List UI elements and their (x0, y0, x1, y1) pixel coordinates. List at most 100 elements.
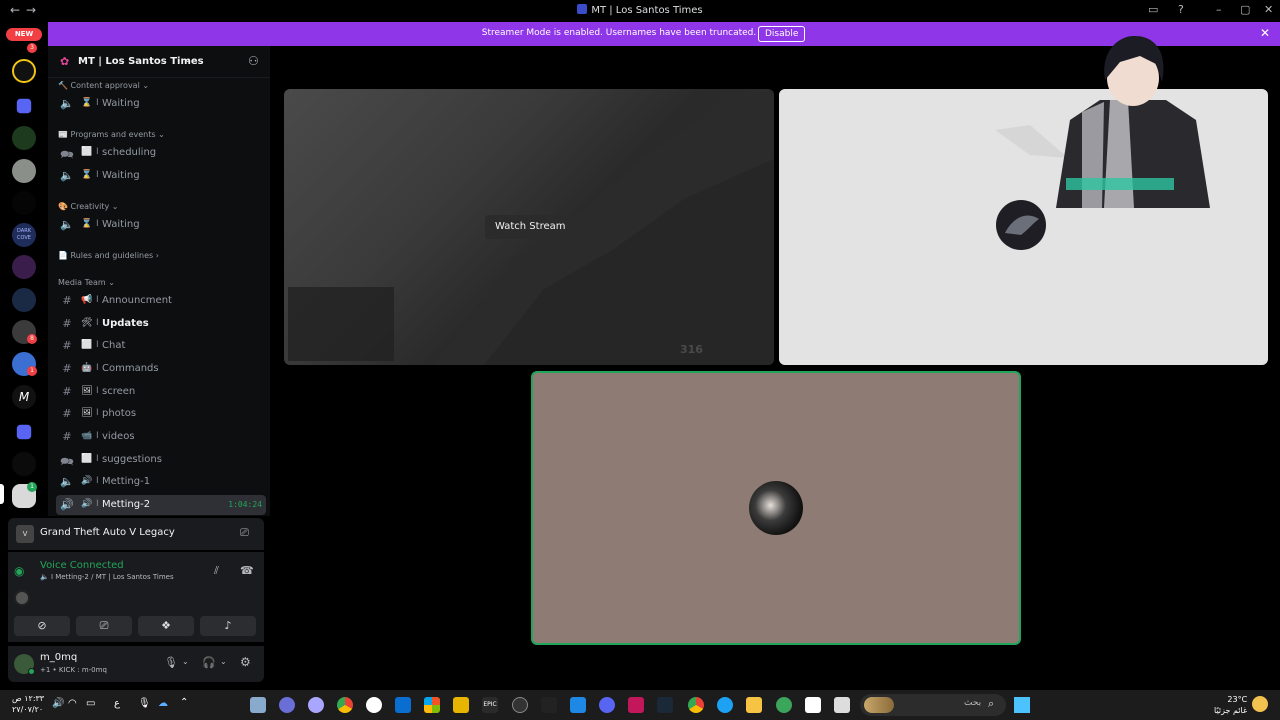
app-icon-taskview[interactable] (834, 697, 850, 713)
close-window-icon[interactable]: ✕ (1264, 3, 1273, 16)
app-icon-obs[interactable] (279, 697, 295, 713)
noise-suppression-icon[interactable]: ⫽ (214, 564, 219, 578)
server-icon-gold[interactable] (12, 59, 36, 83)
server-icon-green[interactable] (12, 126, 36, 150)
server-icon-portrait[interactable] (12, 159, 36, 183)
speaker-icon: 🔈 (60, 475, 74, 488)
app-icon-discord[interactable] (599, 697, 615, 713)
voice-location[interactable]: 🔈 I Metting-2 / MT | Los Santos Times (40, 573, 174, 581)
microphone-icon[interactable]: 🎙 (164, 656, 178, 669)
app-icon-chrome[interactable] (688, 697, 704, 713)
server-icon-dark-cove[interactable]: DARK COVE (12, 223, 36, 247)
wifi-icon[interactable]: ◠ (68, 698, 77, 709)
volume-icon[interactable]: 🔊 (52, 698, 64, 709)
app-icon-settings[interactable] (250, 697, 266, 713)
disable-button[interactable]: Disable (758, 26, 806, 42)
speaking-participant-tile[interactable] (531, 371, 1021, 645)
channel-screen[interactable]: # 🖼 Iscreen (56, 382, 266, 402)
chevron-down-icon[interactable]: ⌄ (182, 657, 189, 666)
channel-commands[interactable]: # 🤖 I Commands (56, 359, 266, 379)
category-content-approval[interactable]: 🔨 Content approval ⌄ (58, 81, 149, 90)
username[interactable]: m_0mq (40, 652, 77, 663)
invite-people-icon[interactable]: ⚇ (248, 54, 259, 68)
category-media-team[interactable]: Media Team ⌄ (58, 278, 115, 287)
channel-scheduling[interactable]: 🗪 ⬜ Ischeduling (56, 143, 266, 163)
channel-videos[interactable]: # 📹 Ivideos (56, 427, 266, 447)
windows-start-icon[interactable] (1014, 697, 1030, 713)
weather-desc: غائم جزئيًا (1214, 706, 1248, 715)
channel-photos[interactable]: # 🖼 Iphotos (56, 404, 266, 424)
battery-icon[interactable]: ▭ (86, 698, 95, 709)
stream-game-icon[interactable]: ⎚ (240, 526, 249, 540)
taskbar-search[interactable]: بحث ⌕ (860, 694, 1006, 716)
disconnect-icon[interactable]: ☎ (240, 564, 254, 577)
app-icon-vscode[interactable] (395, 697, 411, 713)
category-programs[interactable]: 📰 Programs and events ⌄ (58, 130, 165, 139)
headphones-icon[interactable]: 🎧 (202, 656, 216, 669)
app-icon-calendar[interactable] (805, 697, 821, 713)
onedrive-icon[interactable]: ☁ (158, 698, 168, 709)
server-icon-character[interactable] (12, 288, 36, 312)
participant-avatar[interactable] (14, 590, 30, 606)
stream-tile[interactable]: Watch Stream 316 (284, 89, 774, 365)
app-icon-pen[interactable] (453, 697, 469, 713)
folder-icon[interactable] (16, 424, 32, 440)
app-icon-edge[interactable] (717, 697, 733, 713)
channel-emoji-icon: 🔊 (81, 476, 93, 486)
server-icon-m[interactable]: M (12, 385, 36, 409)
channel-waiting[interactable]: 🔈 ⌛ I Waiting (56, 94, 266, 114)
help-icon[interactable]: ? (1178, 3, 1184, 16)
channel-separator: I (96, 219, 99, 229)
channel-name: Waiting (102, 219, 140, 230)
app-icon-mail[interactable] (570, 697, 586, 713)
server-icon-dark[interactable] (12, 191, 36, 215)
app-icon-a[interactable] (628, 697, 644, 713)
app-icon-explorer[interactable] (746, 697, 762, 713)
soundboard-button[interactable]: ♪ (200, 616, 256, 636)
close-banner-icon[interactable]: ✕ (1260, 26, 1270, 40)
minimize-icon[interactable]: – (1216, 3, 1222, 16)
app-icon-store[interactable] (424, 697, 440, 713)
app-icon-dark[interactable] (541, 697, 557, 713)
maximize-icon[interactable]: ▢ (1240, 3, 1250, 16)
category-rules[interactable]: 📄 Rules and guidelines › (58, 251, 159, 260)
voice-status: Voice Connected (40, 560, 124, 571)
signal-icon[interactable]: ◉ (14, 564, 24, 578)
channel-metting-1[interactable]: 🔈 🔊 I Metting-1 (56, 472, 266, 492)
language-indicator[interactable]: ع (114, 698, 120, 709)
channel-waiting[interactable]: 🔈 ⌛ I Waiting (56, 166, 266, 186)
app-icon-clock[interactable] (512, 697, 528, 713)
screen-share-button[interactable]: ⎚ (76, 616, 132, 636)
app-icon-green[interactable] (776, 697, 792, 713)
server-icon-purple[interactable] (12, 255, 36, 279)
channel-separator: I (96, 340, 99, 350)
channel-chat[interactable]: # ⬜ I Chat (56, 336, 266, 356)
app-icon-chrome-dev[interactable] (337, 697, 353, 713)
inbox-icon[interactable]: ▭ (1148, 3, 1158, 16)
channel-metting-2[interactable]: 🔊 🔊 I Metting-2 1:04:24 (56, 495, 266, 515)
weather-widget[interactable]: 23°C غائم جزئيًا (1214, 694, 1247, 716)
voice-timer: 1:04:24 (228, 500, 262, 509)
app-icon-epic[interactable]: EPIC (482, 697, 498, 713)
chevron-down-icon[interactable]: ⌄ (220, 657, 227, 666)
server-icon-misc[interactable] (12, 452, 36, 476)
server-header[interactable]: ✿ MT | Los Santos Times ⌄ ⚇ (48, 46, 270, 78)
channel-waiting[interactable]: 🔈 ⌛ I Waiting (56, 215, 266, 235)
channel-suggestions[interactable]: 🗪 ⬜ Isuggestions (56, 450, 266, 470)
watch-stream-button[interactable]: Watch Stream (485, 215, 576, 239)
category-label: Creativity (70, 202, 110, 211)
app-icon-vtuber[interactable] (308, 697, 324, 713)
app-icon-steam[interactable] (657, 697, 673, 713)
new-badge[interactable]: NEW (6, 28, 42, 41)
channel-updates[interactable]: # 🛠 I Updates (56, 314, 266, 334)
activities-button[interactable]: ❖ (138, 616, 194, 636)
category-creativity[interactable]: 🎨 Creativity ⌄ (58, 202, 118, 211)
chevron-up-icon[interactable]: ⌃ (180, 697, 188, 708)
clock[interactable]: ١٢:٣٣ ص ٢٧/٠٧/٢٠ (12, 693, 44, 715)
camera-off-button[interactable]: ⊘ (14, 616, 70, 636)
settings-gear-icon[interactable]: ⚙ (240, 655, 251, 669)
microphone-tray-icon[interactable]: 🎙 (138, 698, 151, 709)
channel-announcment[interactable]: # 📢 I Announcment (56, 291, 266, 311)
folder-icon[interactable] (16, 98, 32, 114)
app-icon-wordpad[interactable] (366, 697, 382, 713)
